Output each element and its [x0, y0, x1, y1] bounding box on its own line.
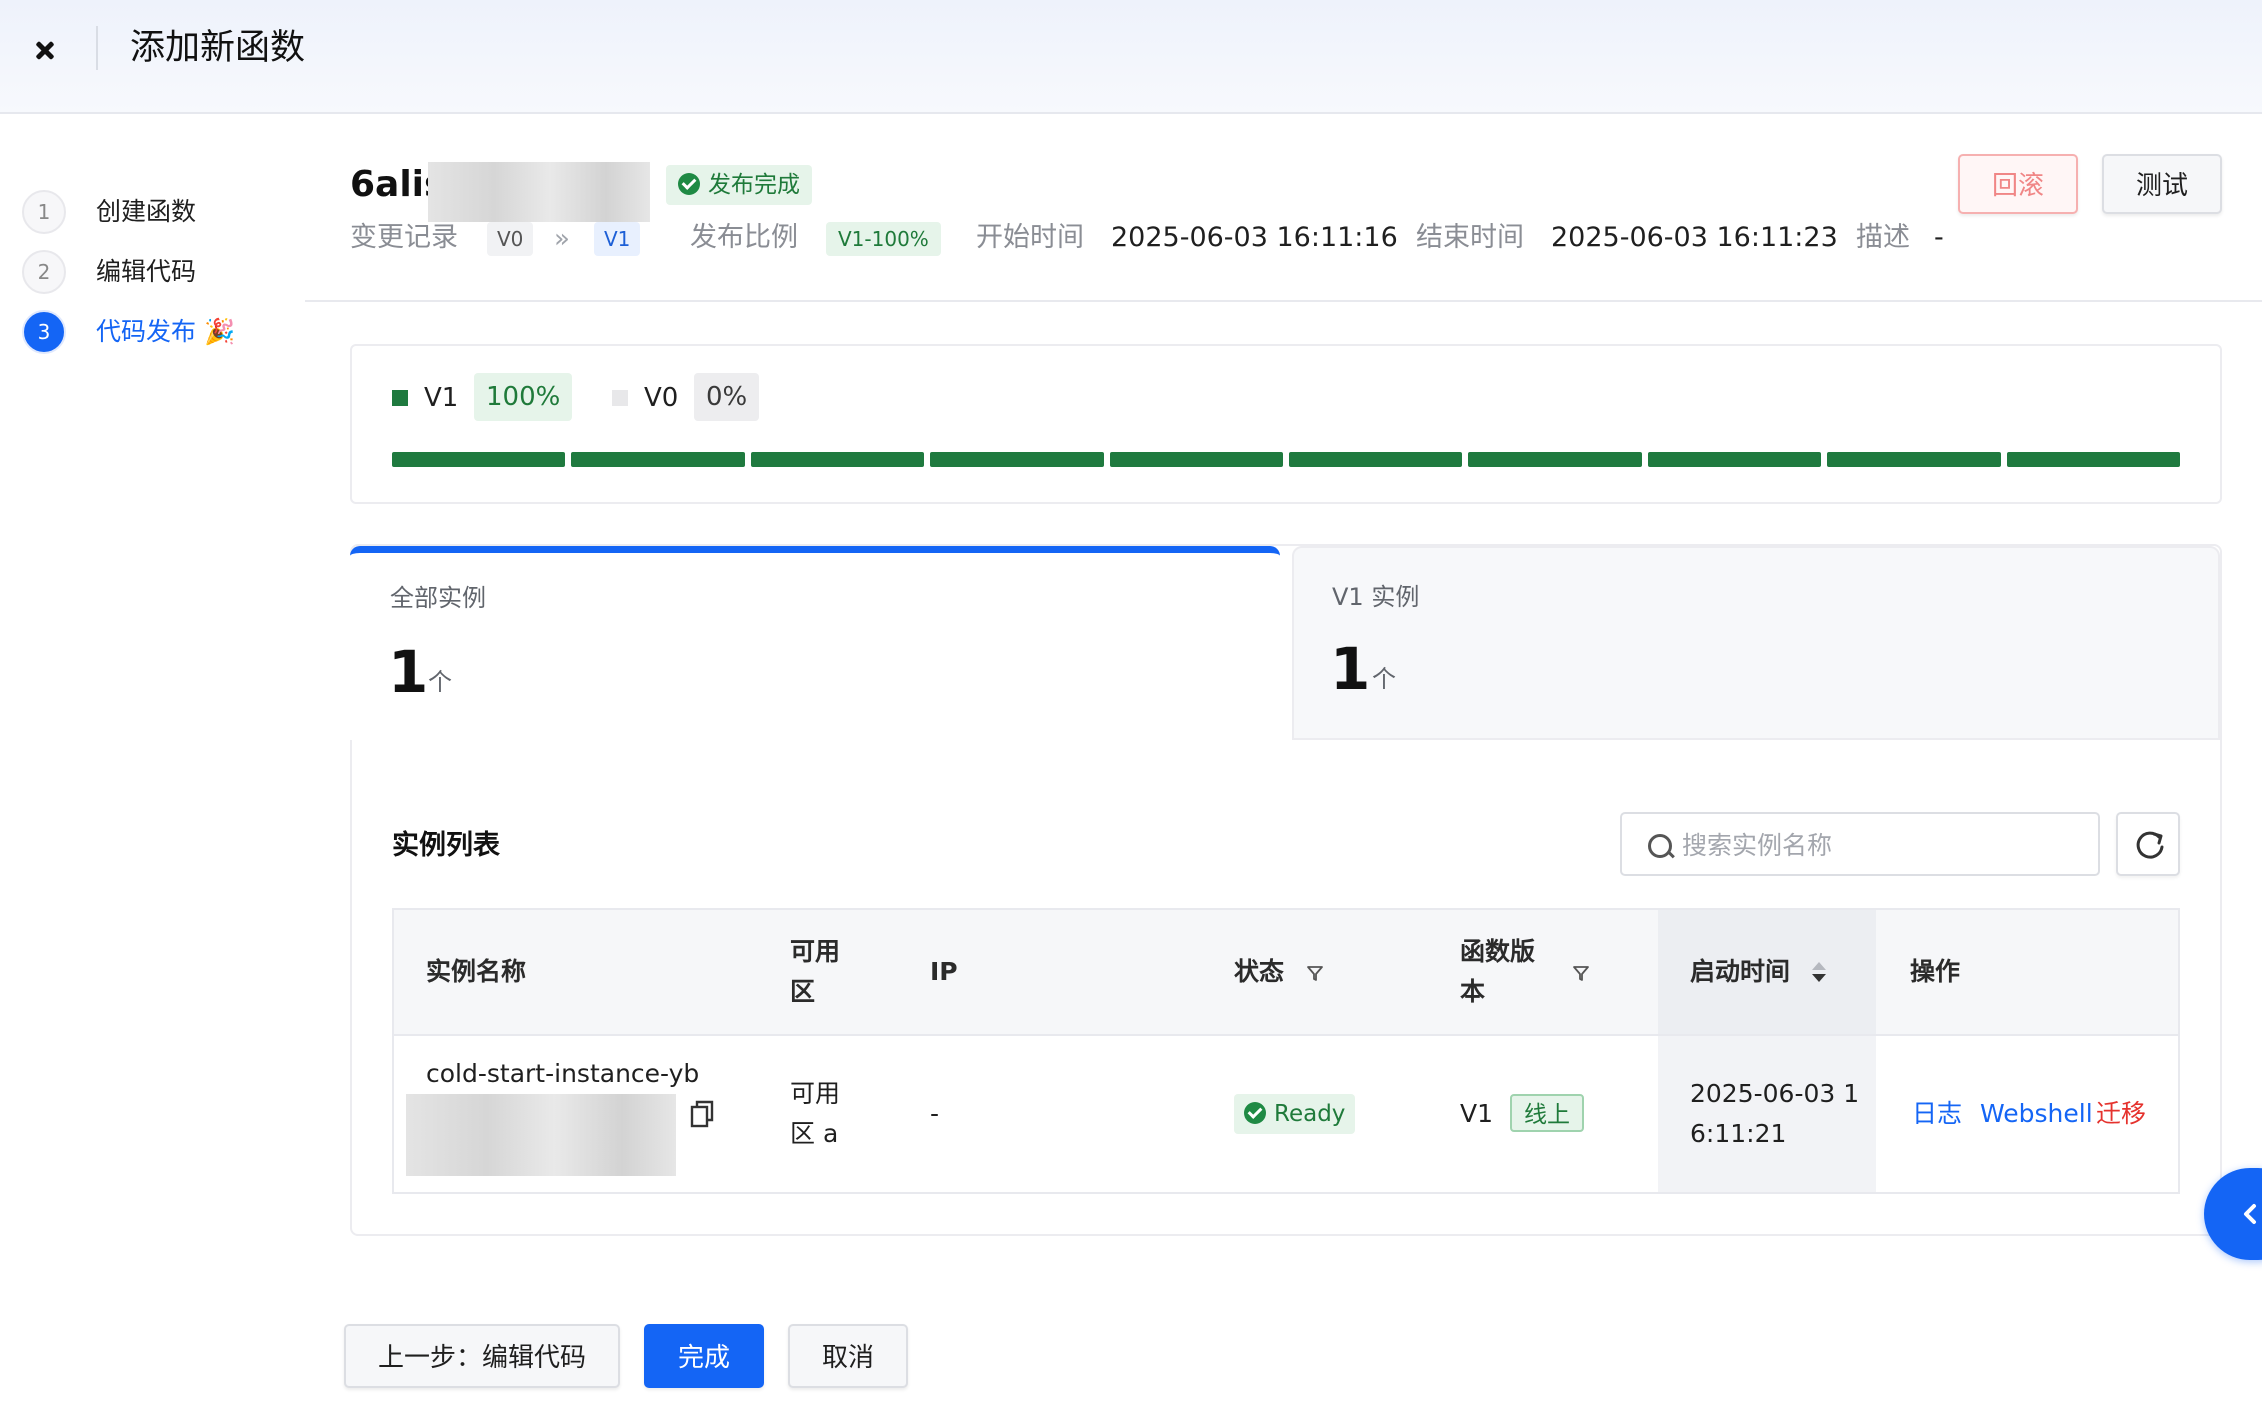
col-header-status: 状态	[1234, 957, 1285, 986]
instance-ip: -	[930, 1099, 940, 1128]
tab-count: 1	[388, 638, 429, 706]
instance-version: V1	[1460, 1099, 1494, 1128]
refresh-icon	[2136, 831, 2164, 859]
ratio-tag: V1-100%	[826, 222, 941, 256]
v0-legend-square	[612, 390, 628, 406]
prev-step-button[interactable]: 上一步：编辑代码	[344, 1324, 620, 1388]
col-header-zone-2: 区	[790, 977, 816, 1006]
col-header-name: 实例名称	[426, 957, 527, 986]
search-icon	[1648, 834, 1672, 858]
end-time-label: 结束时间	[1416, 222, 1524, 253]
description-value: -	[1934, 222, 1944, 253]
status-text: Ready	[1274, 1101, 1346, 1127]
traffic-segment	[1827, 452, 2001, 467]
v0-percent-tag: 0%	[694, 373, 760, 421]
tab-unit: 个	[1372, 665, 1396, 693]
tab-label: V1 实例	[1332, 583, 1420, 611]
end-time-value: 2025-06-03 16:11:23	[1551, 222, 1838, 253]
description-label: 描述	[1856, 222, 1910, 253]
start-time-line-2: 6:11:21	[1690, 1119, 1787, 1148]
from-version-tag: V0	[487, 222, 534, 256]
tab-count: 1	[1330, 635, 1371, 703]
instance-list-title: 实例列表	[392, 830, 500, 861]
sort-descending-icon[interactable]	[1812, 974, 1826, 982]
to-version-tag: V1	[594, 222, 641, 256]
traffic-segment	[1647, 452, 1822, 467]
v1-percent-tag: 100%	[474, 373, 573, 421]
traffic-segment	[571, 452, 745, 467]
webshell-link[interactable]: Webshell	[1980, 1094, 2093, 1134]
copy-icon[interactable]	[688, 1098, 718, 1130]
step-label: 编辑代码	[96, 257, 197, 286]
col-header-version-2: 本	[1460, 977, 1486, 1006]
release-status-text: 发布完成	[708, 172, 800, 198]
ratio-label: 发布比例	[690, 222, 798, 253]
redacted-instance-suffix	[406, 1094, 676, 1176]
header-divider	[96, 26, 98, 70]
traffic-segment	[1468, 452, 1642, 467]
redacted-name-area	[428, 162, 650, 222]
zone-line-1: 可用	[790, 1079, 841, 1108]
tab-v1-instances[interactable]: V1 实例 1 个	[1292, 546, 2220, 740]
tab-unit: 个	[428, 668, 452, 696]
instance-table: 实例名称 可用 区 IP 状态 函数版 本 启动时间 操作 cold-start…	[392, 908, 2180, 1194]
tab-label: 全部实例	[390, 584, 486, 612]
header-divider-line	[305, 300, 2262, 302]
version-filter-icon[interactable]	[1572, 964, 1590, 982]
col-header-ops: 操作	[1910, 957, 1961, 986]
step-label: 代码发布 🎉	[96, 317, 236, 346]
step-number: 3	[22, 310, 66, 354]
v1-legend-square	[392, 390, 408, 406]
traffic-segment	[1289, 452, 1463, 467]
double-chevron-right-icon: »	[554, 224, 570, 254]
search-input[interactable]	[1680, 822, 2084, 868]
chevron-left-icon	[2244, 1204, 2256, 1224]
traffic-segment	[750, 452, 925, 467]
migrate-link[interactable]: 迁移	[2096, 1094, 2146, 1134]
col-header-zone-1: 可用	[790, 937, 841, 966]
start-time-label: 开始时间	[976, 222, 1084, 253]
check-circle-icon	[678, 173, 700, 195]
instance-name: cold-start-instance-yb	[426, 1059, 700, 1088]
cancel-button[interactable]: 取消	[788, 1324, 908, 1388]
start-time-value: 2025-06-03 16:11:16	[1111, 222, 1398, 253]
start-time-line-1: 2025-06-03 1	[1690, 1079, 1860, 1108]
close-icon[interactable]	[26, 30, 66, 70]
rollback-button[interactable]: 回滚	[1958, 154, 2078, 214]
sort-ascending-icon[interactable]	[1812, 962, 1826, 970]
page-title: 添加新函数	[130, 28, 306, 68]
log-link[interactable]: 日志	[1912, 1094, 1962, 1134]
col-header-version-1: 函数版	[1460, 937, 1536, 966]
refresh-button[interactable]	[2116, 812, 2180, 876]
status-filter-icon[interactable]	[1306, 964, 1324, 982]
v0-legend-label: V0	[644, 383, 679, 413]
col-header-start-time[interactable]: 启动时间	[1690, 952, 1790, 992]
v1-legend-label: V1	[424, 383, 459, 413]
zone-line-2: 区 a	[790, 1119, 839, 1148]
check-circle-icon	[1244, 1102, 1266, 1124]
traffic-segment	[392, 452, 566, 467]
top-header: 添加新函数	[0, 0, 2262, 114]
online-tag: 线上	[1510, 1094, 1584, 1132]
traffic-segment	[2006, 452, 2180, 467]
col-header-ip: IP	[930, 957, 958, 986]
traffic-distribution-card	[350, 344, 2222, 504]
traffic-segment	[1109, 452, 1283, 467]
instance-search-box[interactable]	[1620, 812, 2100, 876]
step-number: 2	[22, 250, 66, 294]
status-badge: Ready	[1234, 1094, 1356, 1134]
step-number: 1	[22, 190, 66, 234]
test-button[interactable]: 测试	[2102, 154, 2222, 214]
change-record-label: 变更记录	[350, 222, 458, 253]
step-label: 创建函数	[96, 197, 197, 226]
release-status-badge: 发布完成	[666, 165, 812, 205]
traffic-segment	[930, 452, 1104, 467]
done-button[interactable]: 完成	[644, 1324, 764, 1388]
tab-all-instances[interactable]: 全部实例 1 个	[350, 546, 1280, 740]
